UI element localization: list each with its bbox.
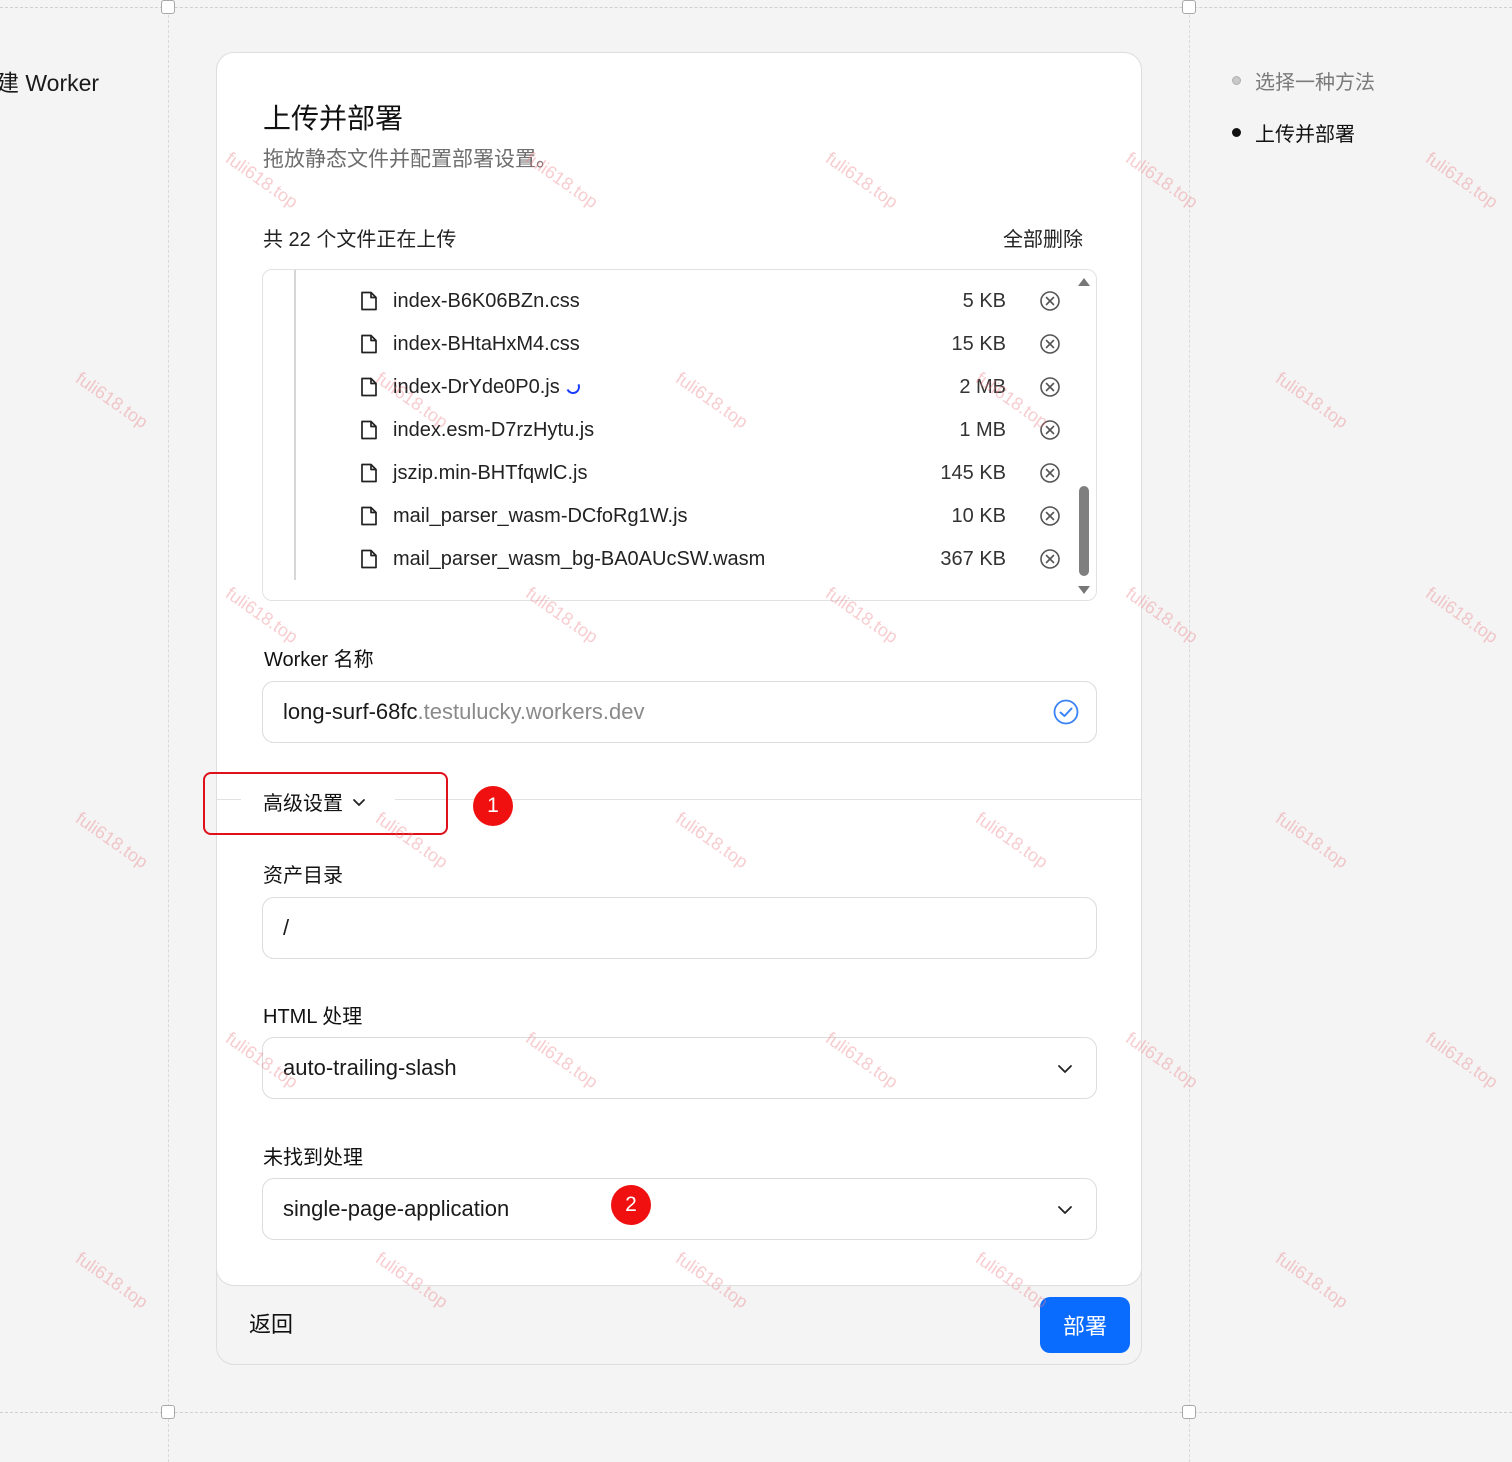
file-size: 1 MB [959, 418, 1006, 441]
card-title: 上传并部署 [263, 103, 404, 134]
resize-handle[interactable] [1182, 0, 1196, 14]
file-row[interactable]: mail_parser_wasm-DCfoRg1W.js 10 KB [359, 501, 1060, 531]
remove-file-icon[interactable] [1039, 376, 1061, 398]
remove-file-icon[interactable] [1039, 419, 1061, 441]
file-icon [361, 463, 377, 483]
file-size: 15 KB [951, 332, 1006, 355]
file-name: mail_parser_wasm-DCfoRg1W.js [393, 504, 688, 527]
worker-name-label: Worker 名称 [264, 649, 374, 671]
remove-all-button[interactable]: 全部删除 [1003, 223, 1083, 252]
file-icon [361, 377, 377, 397]
step-dot-icon [1232, 75, 1241, 85]
step-upload-deploy[interactable]: 上传并部署 [1232, 118, 1375, 146]
file-size: 367 KB [940, 547, 1006, 570]
assets-dir-value: / [283, 915, 290, 940]
file-name: jszip.min-BHTfqwlC.js [393, 461, 588, 484]
file-row[interactable]: jszip.min-BHTfqwlC.js 145 KB [359, 458, 1060, 488]
watermark: fuli618.top [72, 1248, 152, 1313]
watermark: fuli618.top [1272, 808, 1352, 873]
resize-handle[interactable] [161, 0, 175, 14]
back-button[interactable]: 返回 [249, 1307, 293, 1339]
file-name: index-BHtaHxM4.css [393, 332, 580, 355]
html-handling-select[interactable]: auto-trailing-slash [262, 1037, 1097, 1099]
file-name: index-DrYde0P0.js [393, 375, 560, 398]
step-label: 选择一种方法 [1255, 71, 1375, 94]
watermark: fuli618.top [72, 808, 152, 873]
scrollbar-thumb[interactable] [1079, 486, 1089, 576]
scrollbar[interactable] [1072, 270, 1096, 600]
watermark: fuli618.top [1272, 1248, 1352, 1313]
chevron-down-icon [1058, 1065, 1072, 1073]
file-name: index-B6K06BZn.css [393, 289, 580, 312]
file-icon [361, 291, 377, 311]
file-row[interactable]: index-DrYde0P0.js 2 MB [359, 372, 1060, 402]
watermark: fuli618.top [1272, 368, 1352, 433]
verified-check-icon [1053, 699, 1079, 725]
file-size: 5 KB [962, 289, 1006, 312]
remove-file-icon[interactable] [1039, 290, 1061, 312]
resize-handle[interactable] [161, 1405, 175, 1419]
remove-file-icon[interactable] [1039, 333, 1061, 355]
watermark: fuli618.top [1422, 1028, 1502, 1093]
html-handling-label: HTML 处理 [263, 1006, 363, 1028]
file-name: index.esm-D7rzHytu.js [393, 418, 595, 441]
html-handling-value: auto-trailing-slash [283, 1055, 457, 1080]
file-icon [361, 334, 377, 354]
file-icon [361, 506, 377, 526]
file-size: 2 MB [959, 375, 1006, 398]
file-row[interactable]: index.esm-D7rzHytu.js 1 MB [359, 415, 1060, 445]
upload-spinner-icon [563, 378, 582, 396]
scroll-down-arrow-icon[interactable] [1078, 586, 1090, 594]
annotation-badge-1: 1 [473, 786, 513, 826]
watermark: fuli618.top [72, 368, 152, 433]
deploy-button[interactable]: 部署 [1040, 1297, 1130, 1353]
step-label: 上传并部署 [1255, 123, 1355, 146]
worker-name-input[interactable]: long-surf-68fc .testulucky.workers.dev [262, 681, 1097, 743]
file-list[interactable]: index-B6K06BZn.css 5 KB index-BHtaHxM4.css… [262, 269, 1097, 601]
resize-handle[interactable] [1182, 1405, 1196, 1419]
file-icon [361, 420, 377, 440]
step-choose-method[interactable]: 选择一种方法 [1232, 66, 1375, 94]
file-size: 10 KB [951, 504, 1006, 527]
file-row[interactable]: mail_parser_wasm_bg-BA0AUcSW.wasm 367 KB [359, 544, 1060, 574]
worker-domain-suffix: .testulucky.workers.dev [417, 699, 645, 724]
file-row[interactable]: index-BHtaHxM4.css 15 KB [359, 329, 1060, 359]
file-size: 145 KB [940, 461, 1006, 484]
stepper: 选择一种方法 上传并部署 [1232, 66, 1375, 170]
annotation-badge-2: 2 [611, 1185, 651, 1225]
not-found-handling-value: single-page-application [283, 1196, 510, 1221]
assets-dir-label: 资产目录 [263, 865, 343, 887]
upload-count: 共 22 个文件正在上传 [263, 229, 457, 251]
page-title: 建 Worker [0, 70, 100, 96]
not-found-handling-select[interactable]: single-page-application [262, 1178, 1097, 1240]
watermark: fuli618.top [1422, 148, 1502, 213]
assets-dir-input[interactable]: / [262, 897, 1097, 959]
file-name: mail_parser_wasm_bg-BA0AUcSW.wasm [393, 547, 766, 570]
remove-file-icon[interactable] [1039, 462, 1061, 484]
annotation-highlight-box [203, 772, 448, 835]
step-dot-icon [1232, 127, 1241, 137]
worker-name-value: long-surf-68fc [283, 699, 418, 724]
scroll-up-arrow-icon[interactable] [1078, 278, 1090, 286]
file-row[interactable]: index-B6K06BZn.css 5 KB [359, 286, 1060, 316]
tree-guide-line [294, 270, 296, 580]
watermark: fuli618.top [1422, 583, 1502, 648]
file-icon [361, 549, 377, 569]
chevron-down-icon [1058, 1206, 1072, 1214]
remove-file-icon[interactable] [1039, 505, 1061, 527]
upload-deploy-card: 上传并部署 拖放静态文件并配置部署设置。 共 22 个文件正在上传 全部删除 i… [216, 52, 1142, 1286]
remove-file-icon[interactable] [1039, 548, 1061, 570]
not-found-handling-label: 未找到处理 [263, 1147, 363, 1169]
card-subtitle: 拖放静态文件并配置部署设置。 [263, 148, 557, 171]
